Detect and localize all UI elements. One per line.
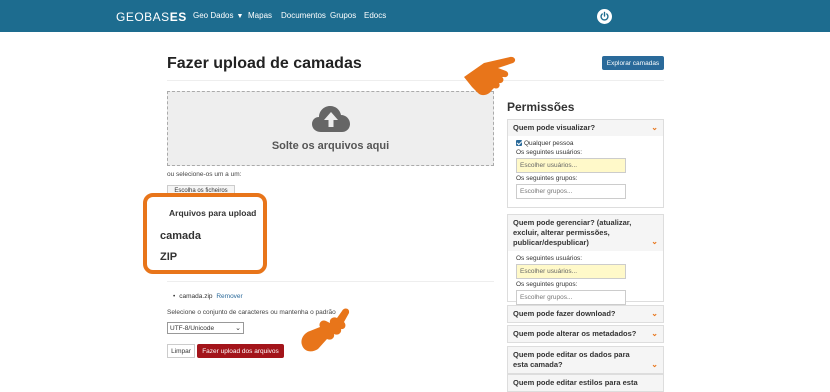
panel-header-download[interactable]: Quem pode fazer download? ⌄ xyxy=(508,306,663,322)
view-groups-label: Os seguintes grupos: xyxy=(516,175,578,182)
panel-who-can-manage: Quem pode gerenciar? (atualizar, excluir… xyxy=(507,214,664,305)
panel-header-view[interactable]: Quem pode visualizar? ⌄ xyxy=(508,120,663,136)
panel-header-manage[interactable]: Quem pode gerenciar? (atualizar, excluir… xyxy=(508,215,663,251)
panel-who-can-edit-metadata[interactable]: Quem pode alterar os metadados? ⌄ xyxy=(507,325,664,343)
clear-button[interactable]: Limpar xyxy=(167,344,195,358)
panel-header-edit-data[interactable]: Quem pode editar os dados para esta cama… xyxy=(508,347,663,373)
view-users-label: Os seguintes usuários: xyxy=(516,149,583,156)
chevron-down-icon: ⌄ xyxy=(651,237,658,246)
manage-groups-label: Os seguintes grupos: xyxy=(516,281,578,288)
power-symbol-icon xyxy=(600,11,609,21)
file-list-item: • camada.zip Remover xyxy=(173,293,243,300)
upload-files-button[interactable]: Fazer upload dos arquivos xyxy=(197,344,284,358)
brand-logo[interactable]: GEOBASES xyxy=(116,10,187,24)
charset-select[interactable]: UTF-8/Unicode ⌄ xyxy=(167,322,244,334)
manage-users-label: Os seguintes usuários: xyxy=(516,255,583,262)
panel-who-can-edit-data[interactable]: Quem pode editar os dados para esta cama… xyxy=(507,346,664,374)
nav-mapas[interactable]: Mapas xyxy=(248,11,272,20)
drop-zone-text: Solte os arquivos aqui xyxy=(271,140,390,152)
upload-file-name: camada xyxy=(160,230,201,242)
view-users-input[interactable]: Escolher usuários... xyxy=(516,158,626,173)
checkbox-checked-icon[interactable] xyxy=(516,140,522,147)
panel-who-can-edit-styles[interactable]: Quem pode editar estilos para esta xyxy=(507,374,664,392)
chevron-down-icon: ▼ xyxy=(236,13,244,20)
permissions-title: Permissões xyxy=(507,100,575,114)
nav-grupos[interactable]: Grupos xyxy=(330,11,356,20)
view-groups-input[interactable]: Escolher grupos... xyxy=(516,184,626,199)
pointing-hand-icon xyxy=(301,308,350,352)
files-to-upload-box: Arquivos para upload camada ZIP xyxy=(143,193,267,274)
manage-users-input[interactable]: Escolher usuários... xyxy=(516,264,626,279)
drop-zone[interactable]: Solte os arquivos aqui xyxy=(167,91,494,166)
files-to-upload-title: Arquivos para upload xyxy=(169,208,257,218)
explore-layers-button[interactable]: Explorar camadas xyxy=(602,56,664,70)
panel-who-can-view: Quem pode visualizar? ⌄ Qualquer pessoa … xyxy=(507,119,664,208)
nav-documentos[interactable]: Documentos xyxy=(281,11,326,20)
power-icon[interactable] xyxy=(597,9,612,24)
panel-header-metadata[interactable]: Quem pode alterar os metadados? ⌄ xyxy=(508,326,663,342)
chevron-down-icon: ⌄ xyxy=(651,329,658,338)
chevron-down-icon: ⌄ xyxy=(651,309,658,318)
or-select-label: ou selecione-os um a um: xyxy=(167,171,242,178)
panel-header-edit-styles[interactable]: Quem pode editar estilos para esta xyxy=(508,375,663,391)
remove-file-link[interactable]: Remover xyxy=(216,293,242,300)
file-name: camada.zip xyxy=(179,293,213,300)
cloud-upload-icon xyxy=(312,106,350,132)
pointing-hand-icon xyxy=(464,56,516,96)
chevron-down-icon: ⌄ xyxy=(651,360,658,369)
nav-geo-dados[interactable]: Geo Dados ▼ xyxy=(193,11,243,20)
top-navbar: GEOBASES Geo Dados ▼ Mapas Documentos Gru… xyxy=(0,0,830,32)
upload-file-type: ZIP xyxy=(160,251,178,263)
manage-groups-input[interactable]: Escolher grupos... xyxy=(516,290,626,305)
page-title: Fazer upload de camadas xyxy=(167,55,362,72)
files-divider xyxy=(167,281,494,282)
panel-who-can-download[interactable]: Quem pode fazer download? ⌄ xyxy=(507,305,664,323)
chevron-down-icon: ⌄ xyxy=(651,123,658,132)
chevron-down-icon: ⌄ xyxy=(235,325,241,332)
nav-edocs[interactable]: Edocs xyxy=(364,11,386,20)
anyone-checkbox-row[interactable]: Qualquer pessoa xyxy=(516,140,655,147)
title-divider xyxy=(167,80,664,81)
